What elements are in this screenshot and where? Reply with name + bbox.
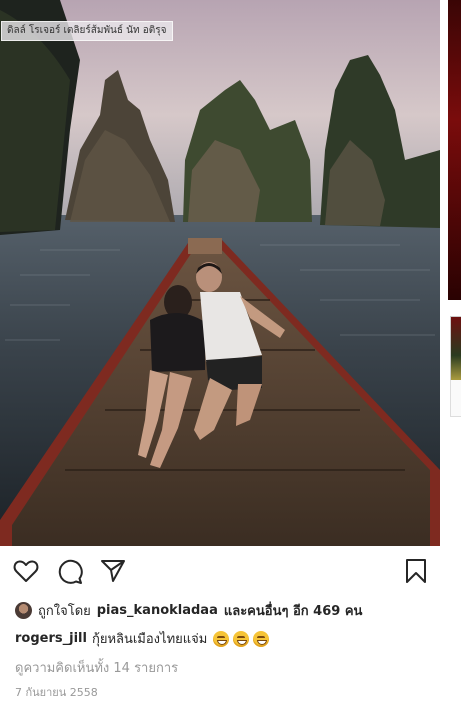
action-bar [0,546,440,596]
photo-scene [0,0,440,546]
likes-prefix: ถูกใจโดย [38,604,91,619]
photo-watermark: ดิลล์ โรเจอร์ เตลิยร์ส้มพันธ์ นัท อติรุจ [1,21,173,41]
grinning-emoji-icon [213,630,230,647]
caption-text: กุ้ยหลินเมืองไทยแจ่ม [91,632,208,647]
post-photo[interactable]: ดิลล์ โรเจอร์ เตลิยร์ส้มพันธ์ นัท อติรุจ [0,0,440,546]
bookmark-icon[interactable] [405,558,427,584]
liker-avatar[interactable] [15,602,32,619]
send-icon[interactable] [100,559,126,583]
likes-line: ถูกใจโดย pias_kanokladaa และคนอื่นๆ อีก … [15,600,362,621]
caption-username[interactable]: rogers_jill [15,631,87,646]
adjacent-thumbnail [450,316,461,382]
post-caption: rogers_jill กุ้ยหลินเมืองไทยแจ่ม [15,628,270,649]
heart-icon[interactable] [13,559,39,583]
likes-suffix[interactable]: และคนอื่นๆ อีก 469 คน [224,600,363,621]
likes-user[interactable]: pias_kanokladaa [97,603,218,618]
grinning-emoji-icon [233,630,250,647]
comment-icon[interactable] [57,559,83,585]
grinning-emoji-icon [253,630,270,647]
adjacent-post-edge [448,0,461,300]
post-date: 7 กันยายน 2558 [15,686,98,699]
view-comments-link[interactable]: ดูความคิดเห็นทั้ง 14 รายการ [15,657,178,678]
adjacent-thumbnail-caption [450,380,461,417]
